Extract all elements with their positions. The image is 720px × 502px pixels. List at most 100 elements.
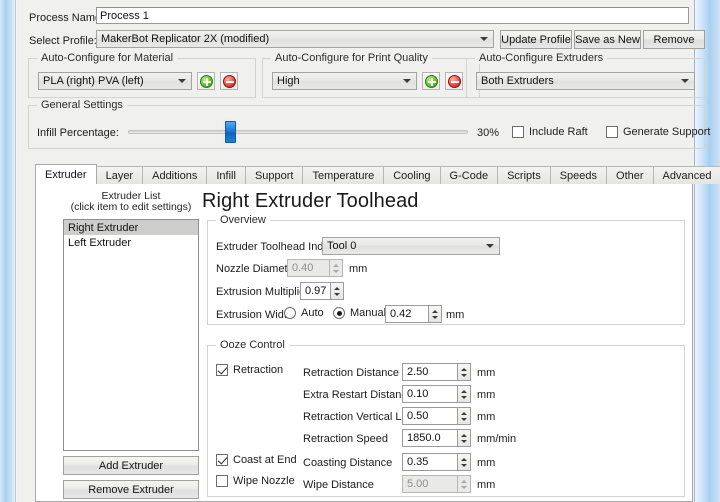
tab-extruder[interactable]: Extruder xyxy=(35,164,97,184)
dialog-client-area: Process Name: Process 1 Select Profile: … xyxy=(16,0,694,502)
ooze-row-stepper[interactable]: 0.35 xyxy=(402,453,471,471)
tab-g-code[interactable]: G-Code xyxy=(440,166,499,184)
extruder-list-subtitle: (click item to edit settings) xyxy=(47,201,215,213)
include-raft-label: Include Raft xyxy=(529,126,588,138)
extrusion-width-manual-radio[interactable]: Manual xyxy=(333,307,386,319)
stepper-buttons[interactable] xyxy=(457,363,471,381)
process-name-input[interactable]: Process 1 xyxy=(96,7,689,24)
settings-tabstrip: ExtruderLayer Additions Infill SupportTempe… xyxy=(35,164,693,185)
extrusion-width-auto-label: Auto xyxy=(301,307,324,319)
chevron-down-icon xyxy=(178,79,186,83)
extruder-listbox[interactable]: Right ExtruderLeft Extruder xyxy=(63,219,199,451)
tab-label: Scripts xyxy=(507,170,541,182)
stepper-buttons[interactable] xyxy=(457,429,471,447)
extrusion-multiplier-stepper[interactable]: 0.97 xyxy=(300,282,344,300)
ooze-row-stepper[interactable]: 2.50 xyxy=(402,363,471,381)
ooze-row-value: 5.00 xyxy=(402,475,457,493)
ooze-row-stepper[interactable]: 0.50 xyxy=(402,407,471,425)
ooze-row-label: Retraction Vertical Lift xyxy=(303,411,410,423)
generate-support-label: Generate Support xyxy=(623,126,710,138)
tab-advanced[interactable]: Advanced xyxy=(653,166,720,184)
chevron-down-icon xyxy=(681,79,689,83)
ooze-row-value: 2.50 xyxy=(402,363,457,381)
stepper-buttons[interactable] xyxy=(329,259,343,277)
tab-scripts[interactable]: Scripts xyxy=(497,166,551,184)
extrusion-width-auto-radio[interactable]: Auto xyxy=(284,307,324,319)
nozzle-diameter-stepper[interactable]: 0.40 xyxy=(287,259,343,277)
tab-layer[interactable]: Layer xyxy=(96,166,144,184)
generate-support-checkbox[interactable]: Generate Support xyxy=(606,126,710,138)
ooze-row-stepper[interactable]: 1850.0 xyxy=(402,429,471,447)
tab-additions[interactable]: Additions xyxy=(142,166,207,184)
infill-slider-track[interactable] xyxy=(128,130,468,134)
stepper-buttons[interactable] xyxy=(330,282,344,300)
wipe-nozzle-checkbox[interactable]: Wipe Nozzle xyxy=(216,475,295,487)
stepper-buttons xyxy=(457,475,471,493)
select-profile-value: MakerBot Replicator 2X (modified) xyxy=(101,33,269,45)
tab-infill[interactable]: Infill xyxy=(206,166,246,184)
retraction-checkbox[interactable]: Retraction xyxy=(216,364,283,376)
list-item[interactable]: Right Extruder xyxy=(64,220,198,235)
list-item[interactable]: Left Extruder xyxy=(64,235,198,250)
stepper-buttons[interactable] xyxy=(457,407,471,425)
checkbox-box xyxy=(216,454,228,466)
extruders-combo-value: Both Extruders xyxy=(481,75,554,87)
select-profile-label: Select Profile: xyxy=(29,35,97,47)
radio-dot xyxy=(284,307,296,319)
quality-add-button[interactable] xyxy=(422,72,440,90)
chevron-down-icon xyxy=(403,79,411,83)
ooze-row-label: Retraction Speed xyxy=(303,433,388,445)
quality-remove-button[interactable] xyxy=(445,72,463,90)
infill-slider-thumb[interactable] xyxy=(225,121,236,143)
extrusion-width-stepper[interactable]: 0.42 xyxy=(385,305,442,323)
infill-percentage-label: Infill Percentage: xyxy=(37,127,119,139)
coast-at-end-label: Coast at End xyxy=(233,454,297,466)
tab-label: Additions xyxy=(152,170,197,182)
stepper-buttons[interactable] xyxy=(457,453,471,471)
stepper-buttons[interactable] xyxy=(457,385,471,403)
checkbox-box xyxy=(512,126,524,138)
quality-combo[interactable]: High xyxy=(272,72,417,90)
material-remove-button[interactable] xyxy=(220,72,238,90)
tab-other[interactable]: Other xyxy=(606,166,654,184)
remove-profile-button[interactable]: Remove xyxy=(643,30,705,49)
extrusion-width-value: 0.42 xyxy=(385,305,428,323)
toolhead-index-value: Tool 0 xyxy=(327,240,356,252)
extruders-combo[interactable]: Both Extruders xyxy=(476,72,695,90)
save-as-new-button[interactable]: Save as New xyxy=(574,30,641,49)
ooze-row-value: 0.35 xyxy=(402,453,457,471)
tab-cooling[interactable]: Cooling xyxy=(383,166,440,184)
material-combo[interactable]: PLA (right) PVA (left) xyxy=(38,72,192,90)
general-settings-title: General Settings xyxy=(37,99,127,111)
select-profile-combo[interactable]: MakerBot Replicator 2X (modified) xyxy=(96,30,494,48)
infill-percentage-value: 30% xyxy=(471,127,499,139)
coast-at-end-checkbox[interactable]: Coast at End xyxy=(216,454,297,466)
add-extruder-button[interactable]: Add Extruder xyxy=(63,456,199,475)
toolhead-index-label: Extruder Toolhead Index xyxy=(216,241,335,253)
extrusion-multiplier-value: 0.97 xyxy=(300,282,330,300)
material-add-button[interactable] xyxy=(197,72,215,90)
tab-label: Advanced xyxy=(663,170,712,182)
tab-speeds[interactable]: Speeds xyxy=(550,166,607,184)
remove-circle-icon xyxy=(448,75,461,88)
tab-label: Other xyxy=(616,170,644,182)
tab-label: Cooling xyxy=(393,170,430,182)
ooze-row-unit: mm xyxy=(477,367,495,379)
window-left-border xyxy=(0,0,16,502)
tab-label: G-Code xyxy=(450,170,489,182)
toolhead-index-combo[interactable]: Tool 0 xyxy=(322,237,500,255)
tab-label: Infill xyxy=(216,170,236,182)
process-name-value: Process 1 xyxy=(100,10,149,22)
stepper-buttons[interactable] xyxy=(428,305,442,323)
process-name-label: Process Name: xyxy=(29,12,104,24)
remove-extruder-button[interactable]: Remove Extruder xyxy=(63,480,199,499)
tab-temperature[interactable]: Temperature xyxy=(302,166,384,184)
ooze-row-stepper[interactable]: 0.10 xyxy=(402,385,471,403)
include-raft-checkbox[interactable]: Include Raft xyxy=(512,126,588,138)
ooze-row-label: Extra Restart Distance xyxy=(303,389,413,401)
tab-support[interactable]: Support xyxy=(245,166,304,184)
nozzle-diameter-label: Nozzle Diameter xyxy=(216,263,297,275)
update-profile-button[interactable]: Update Profile xyxy=(500,30,572,49)
list-item-label: Right Extruder xyxy=(68,222,138,234)
extrusion-width-manual-label: Manual xyxy=(350,307,386,319)
